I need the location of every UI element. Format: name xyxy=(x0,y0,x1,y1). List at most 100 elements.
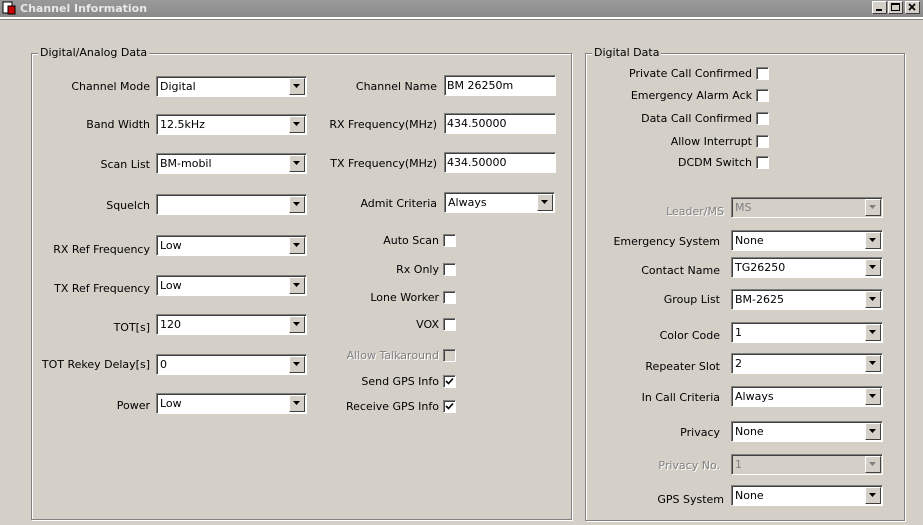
emergency-system-value: None xyxy=(735,234,764,247)
dropdown-button[interactable] xyxy=(865,487,881,504)
squelch-label: Squelch xyxy=(106,199,150,212)
dropdown-button[interactable] xyxy=(865,291,881,308)
leader-ms-select[interactable]: MS xyxy=(731,197,883,218)
band-width-label: Band Width xyxy=(86,118,150,131)
chevron-down-icon xyxy=(869,265,876,269)
dropdown-button[interactable] xyxy=(289,116,305,133)
privacy-no-label: Privacy No. xyxy=(658,459,720,472)
client-edge xyxy=(0,17,923,20)
data-call-confirmed-checkbox[interactable] xyxy=(756,112,769,125)
channel-name-field[interactable] xyxy=(444,75,556,96)
rx-ref-frequency-select[interactable]: Low xyxy=(156,235,307,256)
digital-analog-legend: Digital/Analog Data xyxy=(38,46,150,60)
dropdown-button[interactable] xyxy=(865,388,881,405)
dropdown-button[interactable] xyxy=(865,355,881,372)
admit-criteria-label: Admit Criteria xyxy=(360,197,437,210)
rx-frequency-field[interactable] xyxy=(444,113,556,134)
maximize-icon xyxy=(891,3,900,11)
scan-list-label: Scan List xyxy=(100,158,150,171)
dcdm-switch-checkbox[interactable] xyxy=(756,156,769,169)
dropdown-button[interactable] xyxy=(289,277,305,294)
rx-ref-frequency-value: Low xyxy=(160,239,182,252)
tot-value: 120 xyxy=(160,318,181,331)
chevron-down-icon xyxy=(869,238,876,242)
privacy-select[interactable]: None xyxy=(731,421,883,442)
dropdown-button[interactable] xyxy=(289,356,305,373)
color-code-label: Color Code xyxy=(659,329,720,342)
dropdown-button[interactable] xyxy=(289,395,305,412)
chevron-down-icon xyxy=(293,202,300,206)
emergency-alarm-ack-checkbox[interactable] xyxy=(756,89,769,102)
allow-talkaround-checkbox[interactable] xyxy=(443,349,456,362)
privacy-label: Privacy xyxy=(680,426,720,439)
dropdown-button[interactable] xyxy=(865,324,881,341)
tx-frequency-field[interactable] xyxy=(444,152,556,173)
tx-ref-frequency-select[interactable]: Low xyxy=(156,275,307,296)
auto-scan-checkbox[interactable] xyxy=(443,234,456,247)
tot-rekey-delay-select[interactable]: 0 xyxy=(156,354,307,375)
dropdown-button[interactable] xyxy=(865,232,881,249)
repeater-slot-label: Repeater Slot xyxy=(645,360,720,373)
privacy-no-value: 1 xyxy=(735,458,742,471)
emergency-alarm-ack-label: Emergency Alarm Ack xyxy=(630,89,752,102)
contact-name-select[interactable]: TG26250 xyxy=(731,257,883,278)
rx-only-label: Rx Only xyxy=(396,263,439,276)
in-call-criteria-value: Always xyxy=(735,390,774,403)
squelch-select[interactable] xyxy=(156,194,307,215)
dropdown-button[interactable] xyxy=(289,78,305,95)
vox-checkbox[interactable] xyxy=(443,318,456,331)
contact-name-value: TG26250 xyxy=(735,261,786,274)
dropdown-button[interactable] xyxy=(537,194,553,211)
chevron-down-icon xyxy=(293,362,300,366)
dcdm-switch-label: DCDM Switch xyxy=(678,156,752,169)
chevron-down-icon xyxy=(869,394,876,398)
band-width-select[interactable]: 12.5kHz xyxy=(156,114,307,135)
close-button[interactable] xyxy=(905,1,920,14)
channel-name-input[interactable] xyxy=(447,78,551,93)
chevron-down-icon xyxy=(869,361,876,365)
send-gps-info-checkbox[interactable] xyxy=(443,375,456,388)
lone-worker-checkbox[interactable] xyxy=(443,291,456,304)
minimize-button[interactable] xyxy=(872,1,887,14)
rx-frequency-input[interactable] xyxy=(447,116,551,131)
private-call-confirmed-checkbox[interactable] xyxy=(756,67,769,80)
repeater-slot-select[interactable]: 2 xyxy=(731,353,883,374)
chevron-down-icon xyxy=(293,401,300,405)
tx-frequency-input[interactable] xyxy=(447,155,551,170)
channel-mode-select[interactable]: Digital xyxy=(156,76,307,97)
window-title: Channel Information xyxy=(20,2,148,15)
dropdown-button[interactable] xyxy=(289,316,305,333)
dropdown-button[interactable] xyxy=(289,196,305,213)
receive-gps-info-checkbox[interactable] xyxy=(443,400,456,413)
dropdown-button[interactable] xyxy=(289,237,305,254)
dropdown-button[interactable] xyxy=(865,259,881,276)
chevron-down-icon xyxy=(869,297,876,301)
emergency-system-select[interactable]: None xyxy=(731,230,883,251)
scan-list-select[interactable]: BM-mobil xyxy=(156,153,307,174)
vox-label: VOX xyxy=(416,318,439,331)
emergency-system-label: Emergency System xyxy=(613,235,720,248)
power-value: Low xyxy=(160,397,182,410)
dropdown-button[interactable] xyxy=(865,423,881,440)
group-list-select[interactable]: BM-2625 xyxy=(731,289,883,310)
privacy-no-select[interactable]: 1 xyxy=(731,454,883,475)
maximize-button[interactable] xyxy=(888,1,903,14)
band-width-value: 12.5kHz xyxy=(160,118,205,131)
in-call-criteria-select[interactable]: Always xyxy=(731,386,883,407)
color-code-value: 1 xyxy=(735,326,742,339)
color-code-select[interactable]: 1 xyxy=(731,322,883,343)
rx-frequency-label: RX Frequency(MHz) xyxy=(329,118,437,131)
chevron-down-icon xyxy=(293,283,300,287)
dropdown-button[interactable] xyxy=(289,155,305,172)
tx-ref-frequency-value: Low xyxy=(160,279,182,292)
rx-only-checkbox[interactable] xyxy=(443,263,456,276)
gps-system-select[interactable]: None xyxy=(731,485,883,506)
allow-interrupt-checkbox[interactable] xyxy=(756,135,769,148)
power-select[interactable]: Low xyxy=(156,393,307,414)
dropdown-button[interactable] xyxy=(865,456,881,473)
dropdown-button[interactable] xyxy=(865,199,881,216)
in-call-criteria-label: In Call Criteria xyxy=(641,391,720,404)
admit-criteria-select[interactable]: Always xyxy=(444,192,555,213)
tot-select[interactable]: 120 xyxy=(156,314,307,335)
private-call-confirmed-label: Private Call Confirmed xyxy=(629,67,752,80)
